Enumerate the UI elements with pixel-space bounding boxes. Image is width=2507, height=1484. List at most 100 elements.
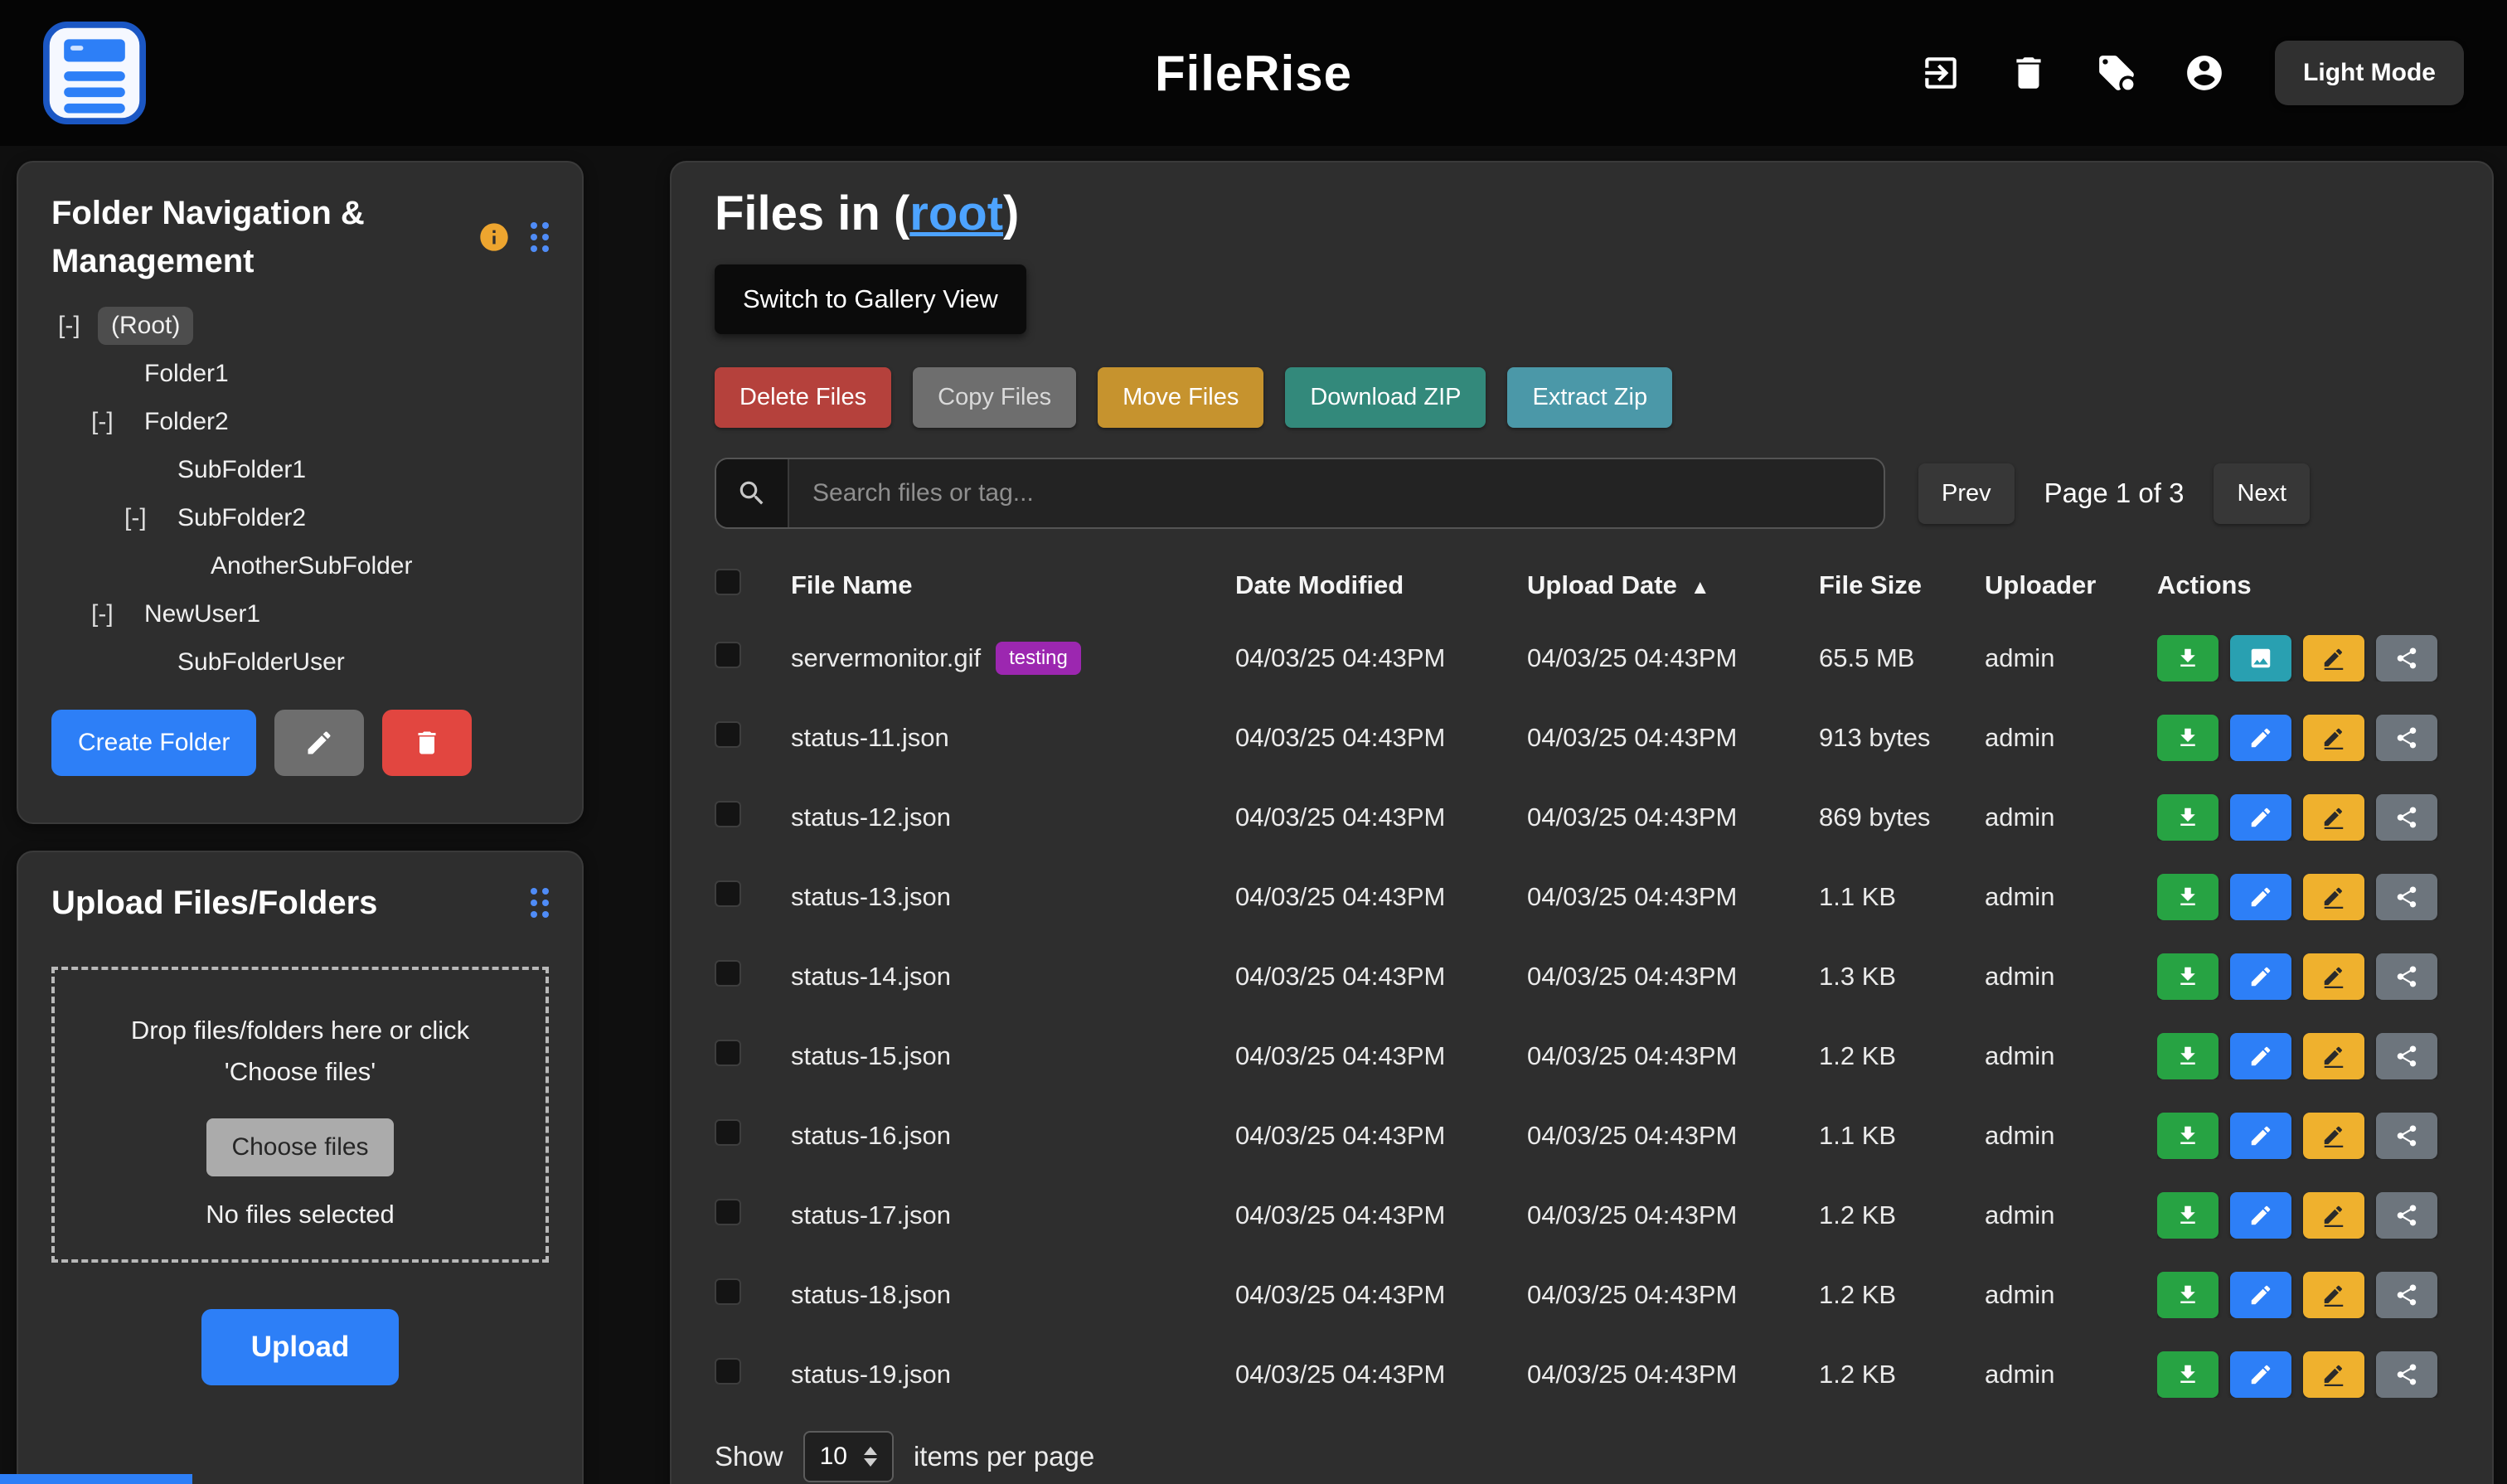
download-button[interactable] (2157, 1351, 2218, 1398)
user-menu-button[interactable] (2184, 52, 2225, 94)
download-button[interactable] (2157, 1192, 2218, 1239)
share-button[interactable] (2376, 1113, 2437, 1159)
create-folder-button[interactable]: Create Folder (51, 710, 256, 776)
share-button[interactable] (2376, 635, 2437, 681)
download-button[interactable] (2157, 874, 2218, 920)
row-checkbox[interactable] (715, 642, 741, 668)
choose-files-button[interactable]: Choose files (206, 1118, 393, 1176)
share-button[interactable] (2376, 1272, 2437, 1318)
column-file-name[interactable]: File Name (791, 570, 1235, 600)
edit-button[interactable] (2230, 1272, 2291, 1318)
rename-button[interactable] (2303, 635, 2364, 681)
items-per-page-select[interactable]: 10 (803, 1431, 894, 1482)
folder-name[interactable]: (Root) (98, 307, 193, 345)
move-files-button[interactable]: Move Files (1098, 367, 1263, 428)
folder-name[interactable]: SubFolder1 (164, 451, 319, 489)
row-checkbox[interactable] (715, 1199, 741, 1225)
share-button[interactable] (2376, 1033, 2437, 1079)
rename-button[interactable] (2303, 1192, 2364, 1239)
share-button[interactable] (2376, 715, 2437, 761)
file-name[interactable]: status-11.json (791, 723, 949, 753)
rename-button[interactable] (2303, 1113, 2364, 1159)
edit-button[interactable] (2230, 715, 2291, 761)
edit-button[interactable] (2230, 874, 2291, 920)
row-checkbox[interactable] (715, 721, 741, 748)
download-button[interactable] (2157, 715, 2218, 761)
file-name[interactable]: servermonitor.gif (791, 643, 981, 673)
row-checkbox[interactable] (715, 1278, 741, 1305)
trash-button[interactable] (2008, 52, 2049, 94)
rename-button[interactable] (2303, 794, 2364, 841)
next-page-button[interactable]: Next (2214, 463, 2310, 524)
download-button[interactable] (2157, 635, 2218, 681)
root-folder-link[interactable]: root (909, 187, 1003, 240)
row-checkbox[interactable] (715, 801, 741, 827)
delete-folder-button[interactable] (382, 710, 472, 776)
column-date-modified[interactable]: Date Modified (1235, 570, 1527, 600)
download-button[interactable] (2157, 1113, 2218, 1159)
edit-button[interactable] (2230, 1351, 2291, 1398)
tree-toggle[interactable]: [-] (58, 312, 98, 340)
folder-name[interactable]: Folder2 (131, 403, 242, 441)
prev-page-button[interactable]: Prev (1918, 463, 2015, 524)
delete-files-button[interactable]: Delete Files (715, 367, 891, 428)
share-button[interactable] (2376, 1192, 2437, 1239)
tag-manager-button[interactable] (2096, 52, 2137, 94)
extract-zip-button[interactable]: Extract Zip (1507, 367, 1672, 428)
file-name[interactable]: status-19.json (791, 1360, 951, 1389)
file-name[interactable]: status-18.json (791, 1280, 951, 1310)
file-name[interactable]: status-12.json (791, 803, 951, 832)
copy-files-button[interactable]: Copy Files (913, 367, 1076, 428)
logout-button[interactable] (1920, 52, 1961, 94)
share-button[interactable] (2376, 1351, 2437, 1398)
folder-name[interactable]: NewUser1 (131, 595, 274, 633)
column-upload-date[interactable]: Upload Date▲ (1527, 570, 1819, 600)
edit-button[interactable] (2230, 1033, 2291, 1079)
file-name[interactable]: status-17.json (791, 1200, 951, 1230)
file-dropzone[interactable]: Drop files/folders here or click 'Choose… (51, 967, 549, 1263)
tree-toggle[interactable]: [-] (91, 408, 131, 436)
rename-button[interactable] (2303, 953, 2364, 1000)
column-file-size[interactable]: File Size (1819, 570, 1985, 600)
share-button[interactable] (2376, 794, 2437, 841)
edit-button[interactable] (2230, 1192, 2291, 1239)
folder-name[interactable]: AnotherSubFolder (197, 547, 426, 585)
light-mode-button[interactable]: Light Mode (2275, 41, 2464, 105)
folder-name[interactable]: Folder1 (131, 355, 242, 393)
rename-folder-button[interactable] (274, 710, 364, 776)
download-button[interactable] (2157, 1272, 2218, 1318)
share-button[interactable] (2376, 874, 2437, 920)
download-zip-button[interactable]: Download ZIP (1285, 367, 1486, 428)
share-button[interactable] (2376, 953, 2437, 1000)
column-uploader[interactable]: Uploader (1985, 570, 2157, 600)
row-checkbox[interactable] (715, 880, 741, 907)
row-checkbox[interactable] (715, 960, 741, 987)
rename-button[interactable] (2303, 715, 2364, 761)
edit-button[interactable] (2230, 1113, 2291, 1159)
image-preview-button[interactable] (2230, 635, 2291, 681)
row-checkbox[interactable] (715, 1119, 741, 1146)
drag-handle-icon[interactable] (531, 888, 549, 918)
download-button[interactable] (2157, 794, 2218, 841)
switch-gallery-view-button[interactable]: Switch to Gallery View (715, 264, 1026, 334)
row-checkbox[interactable] (715, 1358, 741, 1385)
rename-button[interactable] (2303, 874, 2364, 920)
file-name[interactable]: status-13.json (791, 882, 951, 912)
drag-handle-icon[interactable] (531, 222, 549, 252)
download-button[interactable] (2157, 953, 2218, 1000)
tree-toggle[interactable]: [-] (124, 504, 164, 532)
rename-button[interactable] (2303, 1033, 2364, 1079)
upload-button[interactable]: Upload (201, 1309, 400, 1385)
file-name[interactable]: status-15.json (791, 1041, 951, 1071)
edit-button[interactable] (2230, 794, 2291, 841)
row-checkbox[interactable] (715, 1040, 741, 1066)
search-input[interactable] (789, 459, 1884, 527)
tree-toggle[interactable]: [-] (91, 600, 131, 628)
folder-name[interactable]: SubFolder2 (164, 499, 319, 537)
folder-name[interactable]: SubFolderUser (164, 643, 358, 681)
edit-button[interactable] (2230, 953, 2291, 1000)
file-name[interactable]: status-16.json (791, 1121, 951, 1151)
rename-button[interactable] (2303, 1351, 2364, 1398)
download-button[interactable] (2157, 1033, 2218, 1079)
folder-info-button[interactable] (478, 221, 511, 254)
